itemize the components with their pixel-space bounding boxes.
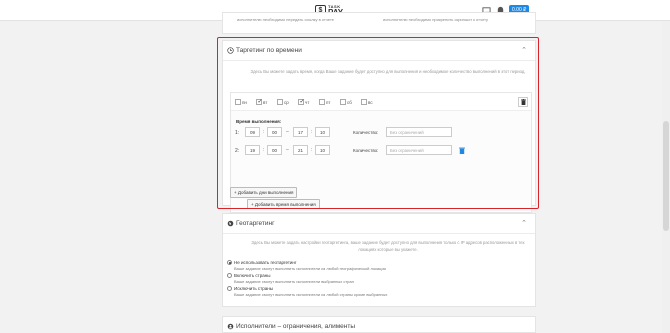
- geo-option-hint: Ваше задание смогут выполнить исполнител…: [234, 266, 386, 271]
- day-checkbox-wed[interactable]: ср: [277, 99, 289, 105]
- geo-option-hint: Ваше задание смогут выполнить исполнител…: [234, 279, 354, 284]
- geo-option-label: Не использовать геотаргетинг: [234, 260, 297, 265]
- geo-option-include[interactable]: Включить страны: [227, 273, 270, 278]
- day-label: вс: [368, 99, 373, 105]
- days-row: пн вт ср чт пт сб: [231, 93, 531, 111]
- checkbox-icon: [340, 99, 346, 105]
- checkbox-icon: [277, 99, 283, 105]
- day-label: чт: [305, 99, 310, 105]
- day-checkbox-sat[interactable]: сб: [340, 99, 352, 105]
- day-checkbox-thu[interactable]: чт: [298, 98, 310, 105]
- range-dash: –: [286, 129, 289, 135]
- start-minute-input[interactable]: 00: [267, 127, 282, 137]
- quantity-input[interactable]: Без ограничений: [386, 127, 452, 137]
- delete-days-button[interactable]: [518, 97, 528, 107]
- geo-targeting-card: Геотаргетинг ⌃ Здесь Вы можете задать на…: [222, 213, 536, 307]
- globe-icon: [227, 220, 234, 227]
- checkbox-checked-icon: [256, 98, 263, 105]
- geo-option-none[interactable]: Не использовать геотаргетинг: [227, 260, 297, 265]
- end-minute-input[interactable]: 10: [315, 145, 330, 155]
- time-colon: :: [263, 147, 265, 153]
- time-row-number: 1:: [235, 130, 240, 136]
- range-dash: –: [286, 147, 289, 153]
- start-hour-input[interactable]: 19: [245, 145, 260, 155]
- geo-option-label: Включить страны: [234, 273, 271, 278]
- chevron-up-icon[interactable]: ⌃: [521, 219, 527, 227]
- quantity-input[interactable]: Без ограничений: [386, 145, 452, 155]
- time-colon: :: [311, 129, 313, 135]
- day-label: пн: [242, 99, 247, 105]
- time-row-number: 2:: [235, 148, 240, 154]
- time-colon: :: [311, 147, 313, 153]
- radio-selected-icon: [227, 260, 232, 265]
- day-label: сб: [347, 99, 352, 105]
- day-label: ср: [284, 99, 289, 105]
- time-targeting-title: Таргетинг по времени: [236, 47, 302, 54]
- time-row-1: 1: 09 : 00 – 17 : 10 Количество: Без огр…: [235, 127, 525, 138]
- geo-targeting-title: Геотаргетинг: [236, 220, 275, 227]
- add-time-button[interactable]: + Добавить время выполнения: [247, 199, 320, 209]
- end-minute-input[interactable]: 10: [315, 127, 330, 137]
- previous-card-left-text: исполнителю необходимо передать ссылку в…: [237, 17, 334, 22]
- executors-title: Исполнители – ограничения, алименты: [236, 323, 356, 330]
- executors-header[interactable]: Исполнители – ограничения, алименты: [223, 317, 535, 333]
- page-scrollbar[interactable]: [662, 21, 670, 333]
- user-icon: [227, 323, 234, 330]
- radio-icon: [227, 286, 232, 291]
- checkbox-icon: [361, 99, 367, 105]
- execution-time-label: Время выполнения:: [236, 119, 282, 124]
- time-targeting-header[interactable]: Таргетинг по времени ⌃: [223, 41, 535, 61]
- scrollbar-thumb[interactable]: [663, 121, 669, 231]
- time-colon: :: [263, 129, 265, 135]
- previous-card-right-text: исполнителю необходимо прикрепить скринш…: [383, 17, 489, 22]
- geo-targeting-header[interactable]: Геотаргетинг ⌃: [223, 214, 535, 234]
- executors-card: Исполнители – ограничения, алименты: [222, 316, 536, 333]
- geo-option-hint: Ваше задание смогут выполнить исполнител…: [234, 292, 388, 297]
- trash-icon[interactable]: [459, 147, 465, 154]
- quantity-label: Количество:: [353, 148, 379, 153]
- day-label: пт: [326, 99, 331, 105]
- add-days-button[interactable]: + Добавить дни выполнения: [230, 187, 298, 198]
- day-checkbox-mon[interactable]: пн: [235, 99, 247, 105]
- checkbox-checked-icon: [298, 98, 305, 105]
- trash-icon: [520, 99, 526, 105]
- time-row-2: 2: 19 : 00 – 21 : 10 Количество: Без огр…: [235, 145, 525, 156]
- day-checkbox-tue[interactable]: вт: [256, 98, 268, 105]
- chevron-up-icon[interactable]: ⌃: [521, 46, 527, 54]
- previous-settings-card: исполнителю необходимо передать ссылку в…: [222, 12, 536, 34]
- start-minute-input[interactable]: 00: [267, 145, 282, 155]
- day-checkbox-fri[interactable]: пт: [319, 99, 331, 105]
- clock-icon: [227, 47, 234, 54]
- day-label: вт: [263, 99, 268, 105]
- geo-option-exclude[interactable]: Исключить страны: [227, 286, 273, 291]
- time-targeting-card: Таргетинг по времени ⌃ Здесь Вы можете з…: [222, 40, 536, 213]
- radio-icon: [227, 273, 232, 278]
- time-targeting-description: Здесь Вы можете задать время, когда Ваше…: [250, 69, 526, 74]
- end-hour-input[interactable]: 21: [293, 145, 308, 155]
- start-hour-input[interactable]: 09: [245, 127, 260, 137]
- end-hour-input[interactable]: 17: [293, 127, 308, 137]
- day-checkbox-sun[interactable]: вс: [361, 99, 373, 105]
- checkbox-icon: [319, 99, 325, 105]
- checkbox-icon: [235, 99, 241, 105]
- quantity-label: Количество:: [353, 130, 379, 135]
- geo-option-label: Исключить страны: [234, 286, 273, 291]
- geo-targeting-description: Здесь Вы можете задать настройки геотарг…: [251, 240, 525, 252]
